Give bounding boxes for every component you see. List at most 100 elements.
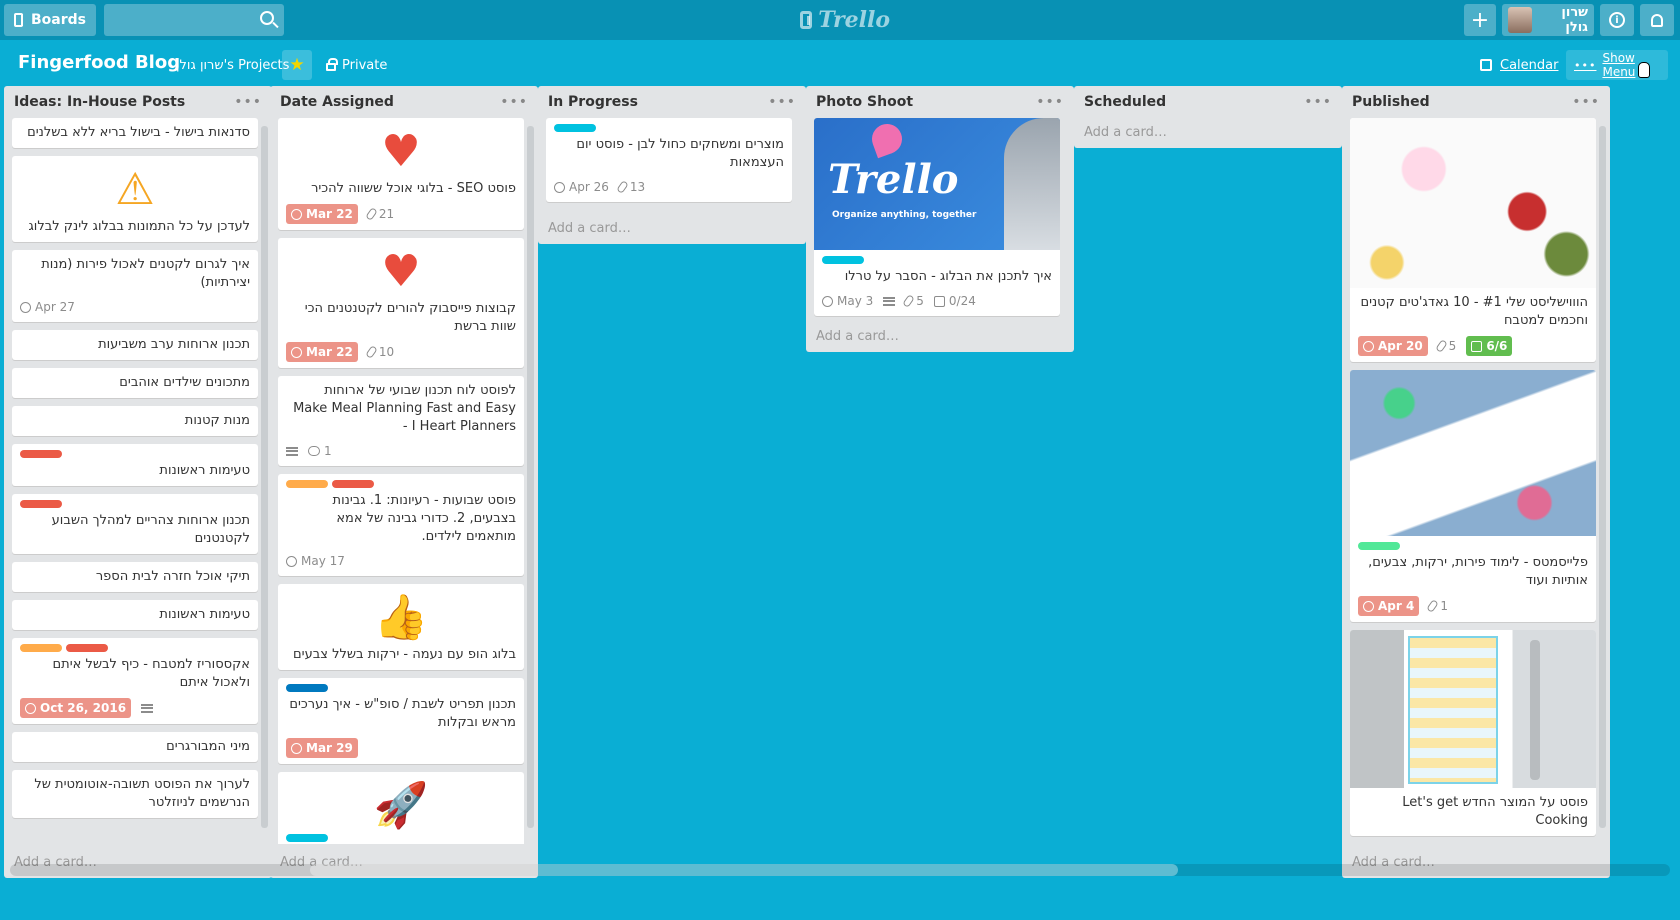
add-card-button[interactable]: Add a card…: [1084, 125, 1167, 140]
list-menu-icon[interactable]: •••: [234, 94, 262, 110]
card-title: מנות קטנות: [184, 413, 250, 428]
due-date-text: Oct 26, 2016: [40, 701, 127, 715]
member-menu-button[interactable]: שרון גולן: [1502, 4, 1594, 36]
card[interactable]: לפוסט לוח תכנון שבועי של ארוחות Make Mea…: [278, 376, 524, 466]
trello-logo[interactable]: Trello: [800, 6, 890, 34]
card[interactable]: טעימות ראשונות: [12, 600, 258, 630]
label-sky[interactable]: [822, 256, 864, 264]
list-title[interactable]: Published: [1352, 94, 1430, 110]
list-title[interactable]: In Progress: [548, 94, 638, 110]
list-scrollbar[interactable]: [527, 126, 534, 828]
card[interactable]: תכנון ארוחות ערב משביעות: [12, 330, 258, 360]
card[interactable]: פלייסמטס - לימוד פירות, ירקות, צבעים, או…: [1350, 370, 1596, 622]
scrollbar-thumb[interactable]: [310, 864, 1178, 876]
visibility-button[interactable]: Private: [326, 50, 387, 80]
add-card-button[interactable]: Add a card…: [548, 221, 631, 236]
list-menu-icon[interactable]: •••: [768, 94, 796, 110]
label-sky[interactable]: [554, 124, 596, 132]
board-team-link[interactable]: שרון גולן's Projects: [176, 50, 289, 80]
card-body[interactable]: פוסט על המוצר החדש Let's get Cooking: [1350, 788, 1596, 836]
card-cover-image[interactable]: [1350, 370, 1596, 536]
add-button[interactable]: +: [1464, 4, 1496, 36]
list-header[interactable]: Date Assigned •••: [270, 86, 538, 118]
attachments-badge: 5: [902, 292, 924, 310]
label-red[interactable]: [66, 644, 108, 652]
search-icon[interactable]: [260, 11, 274, 25]
search-input[interactable]: [104, 4, 284, 36]
attachments-count: 1: [1440, 599, 1448, 613]
list-menu-icon[interactable]: •••: [1572, 94, 1600, 110]
card-title: מיני המבורגרים: [166, 739, 250, 754]
label-red[interactable]: [20, 500, 62, 508]
add-card-button[interactable]: Add a card…: [816, 329, 899, 344]
card-body[interactable]: איך לתכנן את הבלוג - הסבר על טרלו May 3 5 0…: [814, 250, 1060, 316]
list-menu-icon[interactable]: •••: [1036, 94, 1064, 110]
list-scrollbar[interactable]: [1599, 126, 1606, 828]
card[interactable]: ♥ קבוצות פייסבוק להורים לקטנטנים הכי שוות…: [278, 238, 524, 368]
card-title: לעדכן על כל התמונות בבלוג לינק לבלוג: [28, 219, 250, 234]
card[interactable]: 👍 בלוג הופ עם נעמה - ירקות בשלל צבעים: [278, 584, 524, 670]
card[interactable]: Trello Organize anything, together איך לתכ…: [814, 118, 1060, 316]
list-header[interactable]: In Progress •••: [538, 86, 806, 118]
card[interactable]: מתכונים שילדים אוהבים: [12, 368, 258, 398]
label-red[interactable]: [20, 450, 62, 458]
fridge-handle: [1530, 640, 1540, 780]
card[interactable]: טעימות ראשונות: [12, 444, 258, 486]
card[interactable]: תכנון תפריט לשבת / סופ"ש - איך נערכים מר…: [278, 678, 524, 764]
card[interactable]: פוסט על המוצר החדש Let's get Cooking: [1350, 630, 1596, 836]
card[interactable]: 🚀פוסט שת"פ הדדי עם בלוג "איך להרשים: [278, 772, 524, 844]
star-button[interactable]: ★: [282, 50, 312, 80]
list: Photo Shoot ••• Trello Organize anything, t…: [806, 86, 1074, 352]
info-icon: i: [1609, 12, 1625, 28]
label-orange[interactable]: [20, 644, 62, 652]
card[interactable]: מנות קטנות: [12, 406, 258, 436]
card-body[interactable]: הוווישליסט שלי #1 - 10 גאדג'טים קטנים וח…: [1350, 288, 1596, 362]
board-horizontal-scrollbar[interactable]: [10, 864, 1670, 876]
list-title[interactable]: Date Assigned: [280, 94, 394, 110]
card[interactable]: הוווישליסט שלי #1 - 10 גאדג'טים קטנים וח…: [1350, 118, 1596, 362]
board-title[interactable]: Fingerfood Blog: [18, 52, 180, 73]
card-cover-image[interactable]: [1350, 630, 1596, 788]
card[interactable]: פוסט שבועות - רעיונות: 1. גבינות בצבעים,…: [278, 474, 524, 576]
card-title: פוסט על המוצר החדש Let's get Cooking: [1402, 795, 1588, 828]
card-cover-image[interactable]: [1350, 118, 1596, 288]
card-labels: [1358, 542, 1588, 550]
card[interactable]: מוצרים ומשחקים כחול לבן - פוסט יום העצמא…: [546, 118, 792, 202]
plus-icon: +: [1470, 7, 1490, 33]
label-blue[interactable]: [286, 684, 328, 692]
attachments-count: 13: [629, 180, 646, 194]
list-menu-icon[interactable]: •••: [500, 94, 528, 110]
card[interactable]: לערוך את הפוסט תשובה-אוטומטית של הנרשמים…: [12, 770, 258, 818]
info-button[interactable]: i: [1600, 4, 1634, 36]
card[interactable]: תכנון ארוחות צהריים למהלך השבוע לקטנטנים: [12, 494, 258, 554]
list-header[interactable]: Photo Shoot •••: [806, 86, 1074, 118]
boards-button[interactable]: Boards: [4, 4, 96, 36]
notifications-button[interactable]: [1640, 4, 1674, 36]
list-menu-icon[interactable]: •••: [1304, 94, 1332, 110]
list-header[interactable]: Published •••: [1342, 86, 1610, 118]
label-orange[interactable]: [286, 480, 328, 488]
card[interactable]: אקססוריז למטבח - כיף לבשל איתם ולאכול אי…: [12, 638, 258, 724]
card[interactable]: איך לגרום לקטנים לאכול פירות (מנות יצירת…: [12, 250, 258, 322]
label-green[interactable]: [1358, 542, 1400, 550]
card[interactable]: ⚠ לעדכן על כל התמונות בבלוג לינק לבלוג: [12, 156, 258, 242]
list-title[interactable]: Ideas: In-House Posts: [14, 94, 185, 110]
clock-icon: [1363, 600, 1374, 612]
card-body[interactable]: פלייסמטס - לימוד פירות, ירקות, צבעים, או…: [1350, 536, 1596, 622]
list-scrollbar[interactable]: [261, 126, 268, 828]
card[interactable]: ♥ פוסט SEO - בלוגי אוכל ששווה להכיר Mar 22…: [278, 118, 524, 230]
list-title[interactable]: Photo Shoot: [816, 94, 913, 110]
card[interactable]: מיני המבורגרים: [12, 732, 258, 762]
label-sky[interactable]: [286, 834, 328, 842]
card[interactable]: תיקי אוכל חזרה לבית הספר: [12, 562, 258, 592]
card[interactable]: סדנאות בישול - בישול בריא ללא בשלנים: [12, 118, 258, 148]
show-menu-button[interactable]: ••• Show Menu: [1566, 50, 1668, 80]
list-title[interactable]: Scheduled: [1084, 94, 1166, 110]
description-icon: [883, 296, 896, 306]
list-header[interactable]: Ideas: In-House Posts •••: [4, 86, 272, 118]
card-cover-image[interactable]: Trello Organize anything, together: [814, 118, 1060, 250]
calendar-button[interactable]: Calendar: [1480, 50, 1558, 80]
label-red[interactable]: [332, 480, 374, 488]
list-header[interactable]: Scheduled •••: [1074, 86, 1342, 118]
attachments-count: 5: [1448, 339, 1457, 353]
